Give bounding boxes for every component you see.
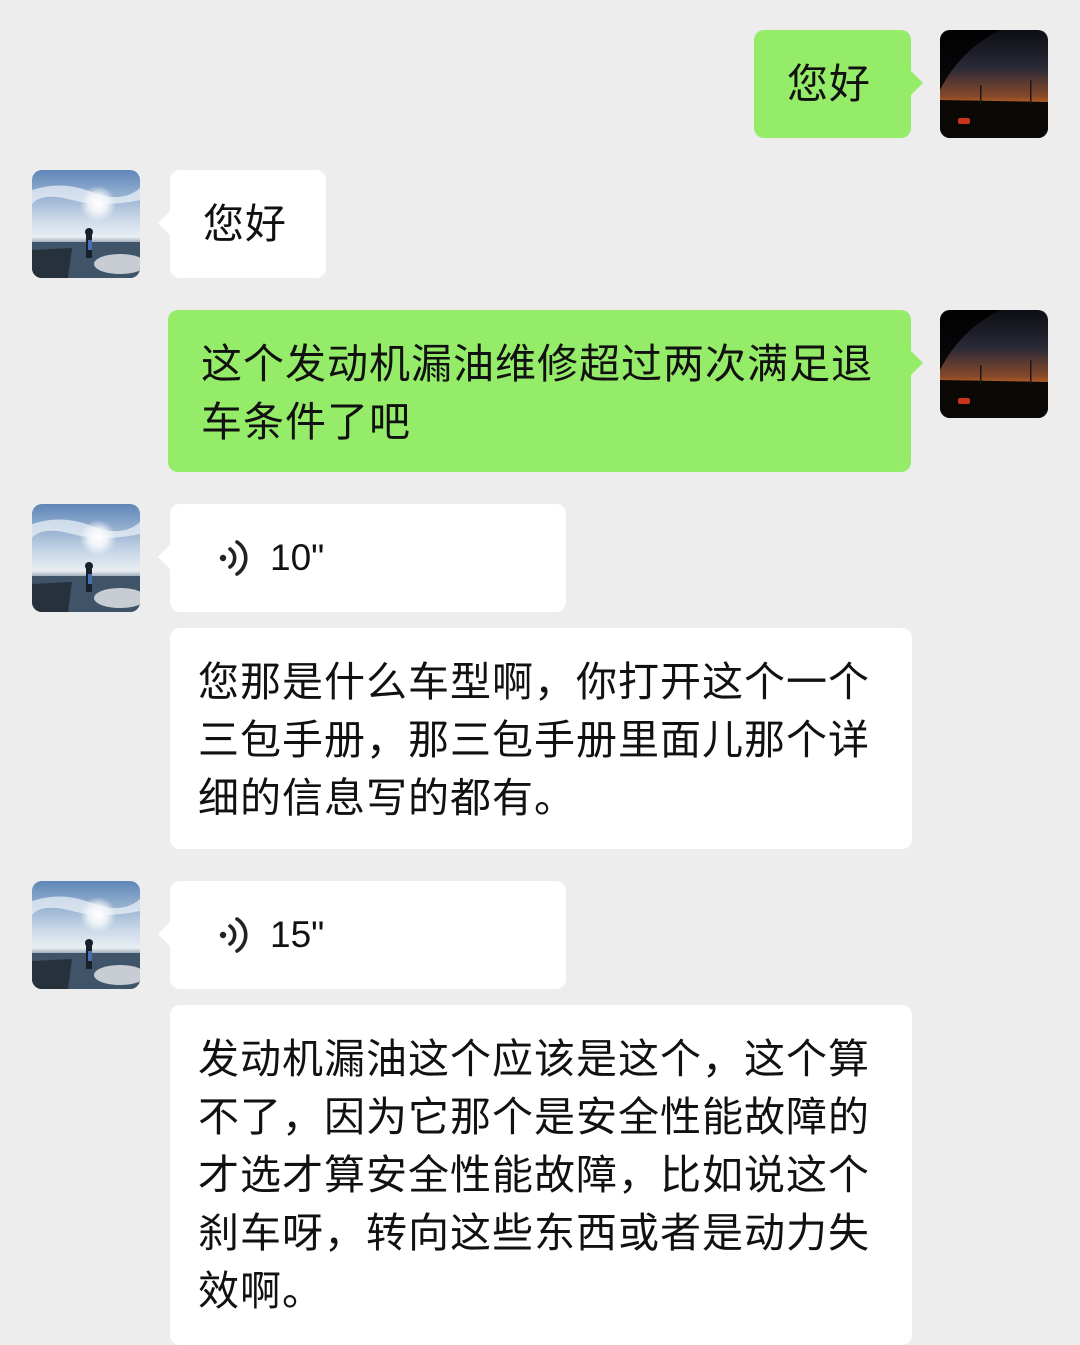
other-avatar[interactable]: [32, 881, 140, 989]
voice-wave-icon: [219, 917, 248, 953]
transcript-text: 您那是什么车型啊，你打开这个一个三包手册，那三包手册里面儿那个详细的信息写的都有…: [198, 658, 870, 822]
sunset-road-avatar-icon: [940, 30, 1048, 138]
other-message-bubble[interactable]: 您好: [158, 170, 326, 278]
voice-duration: 15": [270, 914, 325, 955]
seaside-person-avatar-icon: [32, 881, 140, 989]
my-avatar[interactable]: [940, 30, 1048, 138]
sunset-road-avatar-icon: [940, 310, 1048, 418]
voice-transcript-bubble[interactable]: 您那是什么车型啊，你打开这个一个三包手册，那三包手册里面儿那个详细的信息写的都有…: [170, 628, 912, 849]
seaside-person-avatar-icon: [32, 504, 140, 612]
message-text: 您好: [203, 200, 287, 248]
message-text: 您好: [787, 60, 871, 108]
seaside-person-avatar-icon: [32, 170, 140, 278]
my-avatar[interactable]: [940, 310, 1048, 418]
voice-message-bubble[interactable]: 10": [158, 504, 566, 612]
my-message-bubble[interactable]: 这个发动机漏油维修超过两次满足退车条件了吧: [168, 310, 923, 472]
voice-message-bubble[interactable]: 15": [158, 881, 566, 989]
transcript-text: 发动机漏油这个应该是这个，这个算不了，因为它那个是安全性能故障的才选才算安全性能…: [198, 1035, 870, 1315]
message-text: 这个发动机漏油维修超过两次满足退车条件了吧: [201, 340, 873, 446]
my-message-bubble[interactable]: 您好: [754, 30, 923, 138]
voice-duration: 10": [270, 537, 325, 578]
voice-transcript-bubble[interactable]: 发动机漏油这个应该是这个，这个算不了，因为它那个是安全性能故障的才选才算安全性能…: [170, 1005, 912, 1345]
other-avatar[interactable]: [32, 504, 140, 612]
voice-wave-icon: [219, 540, 248, 576]
other-avatar[interactable]: [32, 170, 140, 278]
